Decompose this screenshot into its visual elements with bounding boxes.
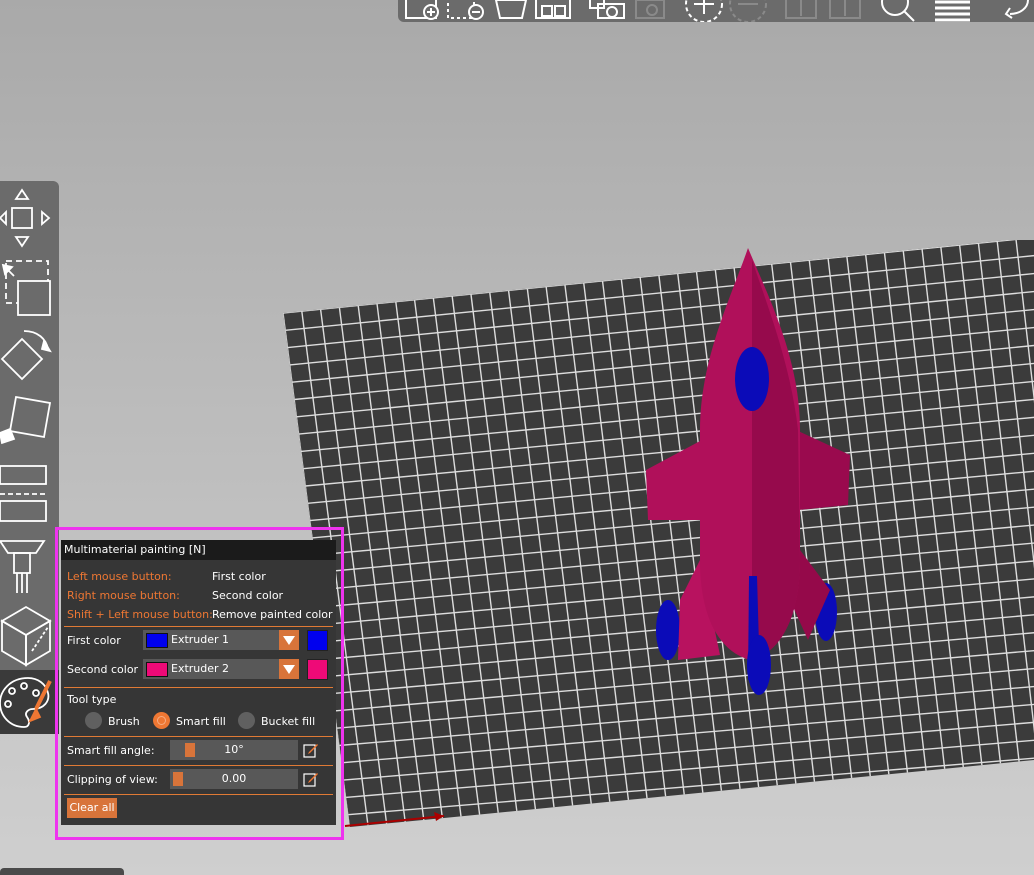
clipping-of-view-slider[interactable]: 0.00 — [170, 769, 298, 789]
hint-action-left: Left mouse button: — [67, 570, 172, 583]
smart-fill-angle-value: 10° — [224, 743, 244, 756]
print-bed — [283, 240, 1034, 827]
clear-all-button[interactable]: Clear all — [67, 798, 117, 818]
move-tool-icon[interactable] — [0, 188, 51, 248]
second-color-combo[interactable]: Extruder 2 — [143, 659, 299, 679]
clipping-of-view-value: 0.00 — [221, 772, 247, 785]
copy-icon[interactable] — [589, 0, 625, 19]
hint-action-shift: Shift + Left mouse button: — [67, 608, 213, 621]
remove-instance-icon[interactable] — [729, 0, 767, 22]
scale-tool-icon[interactable] — [1, 260, 51, 316]
add-object-icon[interactable] — [405, 0, 439, 20]
delete-all-icon[interactable] — [494, 0, 528, 19]
rotate-tool-icon[interactable] — [0, 330, 52, 381]
second-color-label: Second color — [67, 663, 139, 676]
bucket-fill-label[interactable]: Bucket fill — [261, 715, 315, 728]
second-color-button[interactable] — [307, 659, 328, 680]
first-color-swatch — [146, 633, 168, 648]
cut-tool-icon[interactable] — [0, 465, 48, 522]
separator — [64, 626, 333, 627]
tool-type-label: Tool type — [67, 693, 117, 706]
left-toolbar — [0, 181, 59, 734]
add-instance-icon[interactable] — [685, 0, 723, 22]
place-on-face-tool-icon[interactable] — [0, 395, 52, 445]
separator — [64, 765, 333, 766]
hint-effect-left: First color — [212, 570, 266, 583]
smart-fill-angle-label: Smart fill angle: — [67, 744, 155, 757]
separator — [64, 687, 333, 688]
layers-icon[interactable] — [935, 0, 970, 22]
clipping-of-view-label: Clipping of view: — [67, 773, 158, 786]
second-color-value: Extruder 2 — [171, 662, 230, 675]
first-color-label: First color — [67, 634, 121, 647]
brush-radio[interactable] — [85, 712, 102, 729]
undo-icon[interactable] — [1004, 0, 1029, 19]
separator — [64, 794, 333, 795]
hint-action-right: Right mouse button: — [67, 589, 180, 602]
panel-title: Multimaterial painting [N] — [61, 540, 336, 560]
smart-fill-label[interactable]: Smart fill — [176, 715, 226, 728]
chevron-down-icon[interactable] — [279, 630, 299, 650]
seam-painting-tool-icon[interactable] — [0, 605, 52, 667]
edit-icon[interactable] — [303, 771, 319, 787]
top-toolbar — [398, 0, 1034, 22]
separator — [64, 736, 333, 737]
split-objects-icon[interactable] — [785, 0, 817, 19]
search-icon[interactable] — [881, 0, 915, 22]
multimaterial-painting-tool-icon[interactable] — [0, 677, 52, 728]
first-color-button[interactable] — [307, 630, 328, 651]
smart-fill-angle-slider[interactable]: 10° — [170, 740, 298, 760]
edit-icon[interactable] — [303, 742, 319, 758]
bottom-tab[interactable] — [0, 868, 124, 875]
delete-object-icon[interactable] — [447, 0, 484, 20]
split-parts-icon[interactable] — [829, 0, 861, 19]
chevron-down-icon[interactable] — [279, 659, 299, 679]
support-painting-tool-icon[interactable] — [0, 540, 46, 593]
arrange-icon[interactable] — [535, 0, 571, 19]
smart-fill-radio[interactable] — [153, 712, 170, 729]
paste-icon[interactable] — [635, 0, 665, 19]
second-color-swatch — [146, 662, 168, 677]
hint-effect-right: Second color — [212, 589, 284, 602]
hint-effect-shift: Remove painted color — [212, 608, 333, 621]
bucket-fill-radio[interactable] — [238, 712, 255, 729]
first-color-value: Extruder 1 — [171, 633, 230, 646]
first-color-combo[interactable]: Extruder 1 — [143, 630, 299, 650]
multimaterial-painting-panel: Multimaterial painting [N] Left mouse bu… — [61, 540, 336, 825]
brush-label[interactable]: Brush — [108, 715, 140, 728]
